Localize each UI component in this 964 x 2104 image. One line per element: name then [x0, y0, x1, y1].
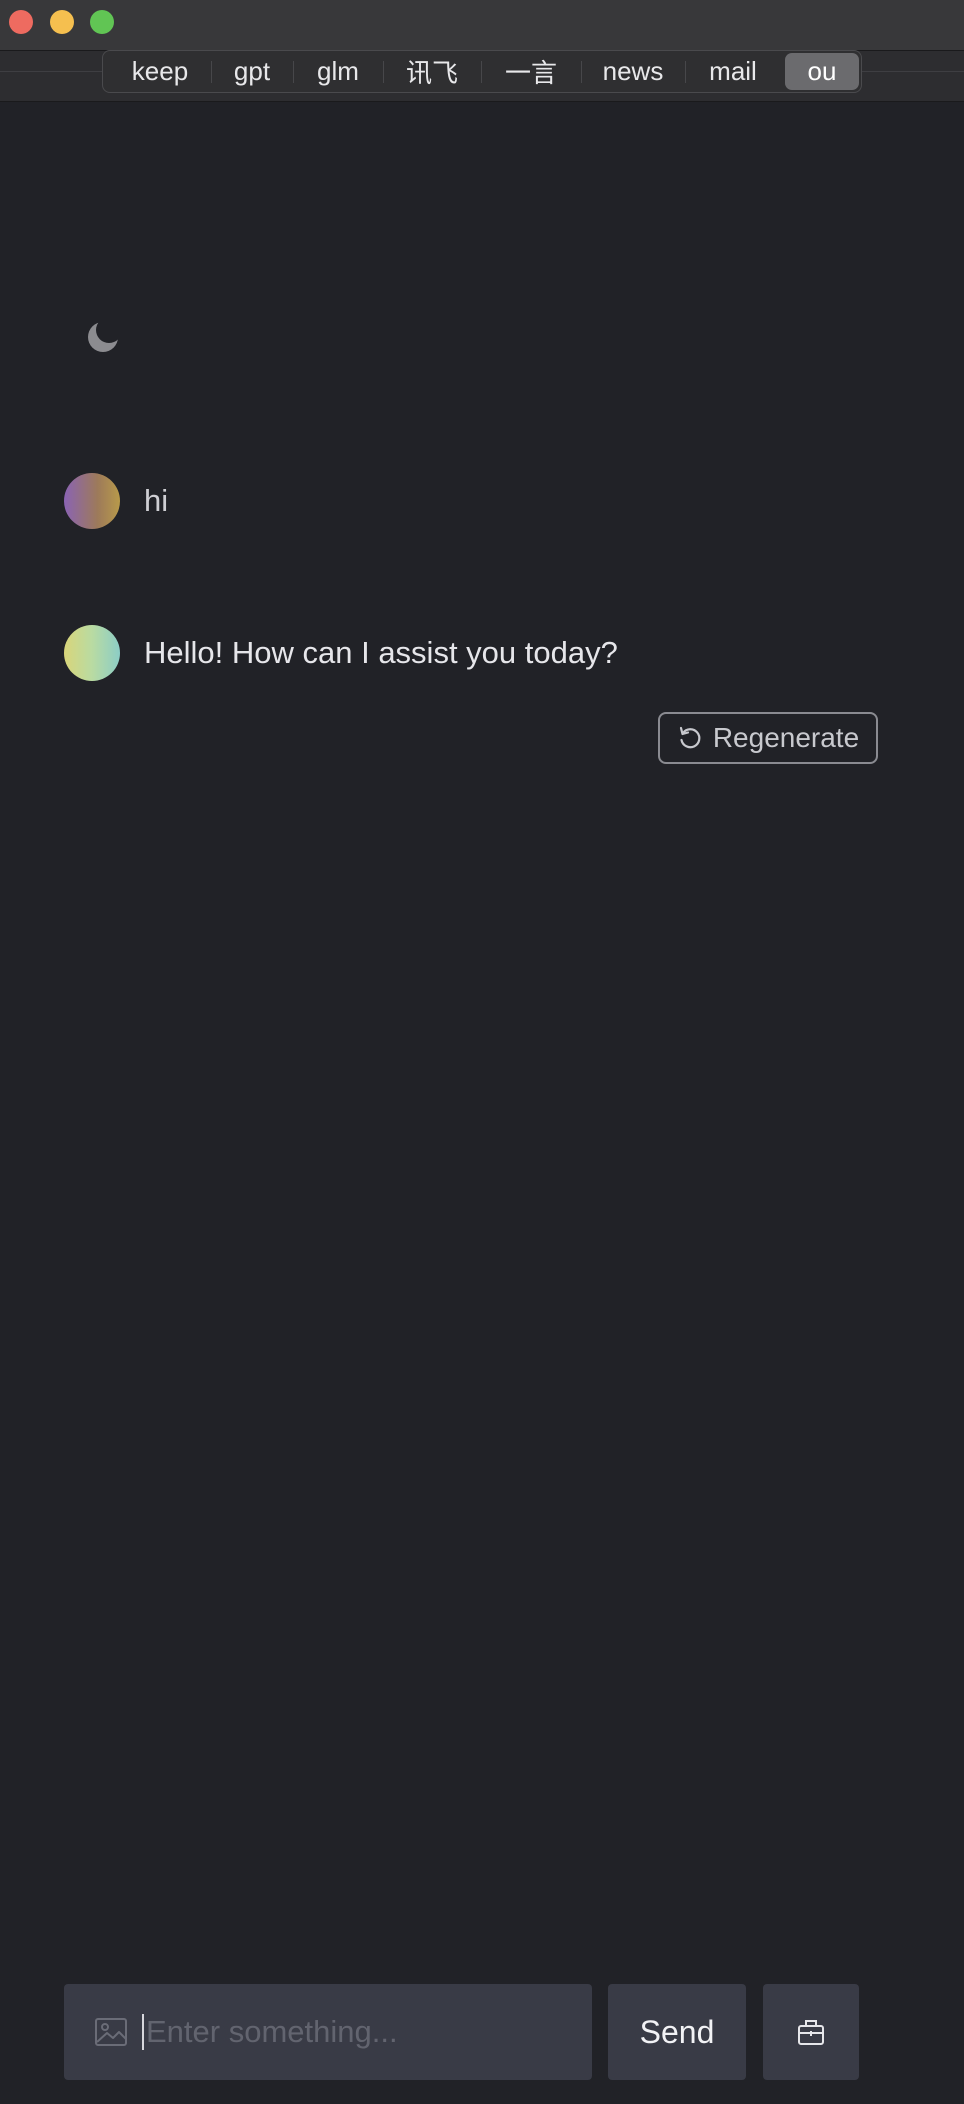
tab-yiyan[interactable]: 一言 [483, 53, 579, 90]
tab-divider [383, 61, 384, 83]
tab-divider [293, 61, 294, 83]
regenerate-label: Regenerate [712, 722, 860, 753]
tab-ou[interactable]: ou [785, 53, 859, 90]
tab-divider [481, 61, 482, 83]
toolbox-icon [798, 2020, 824, 2045]
message-text: Hello! How can I assist you today? [144, 635, 618, 670]
tab-divider [685, 61, 686, 83]
tab-glm[interactable]: glm [295, 53, 381, 90]
message-text: hi [144, 483, 169, 518]
assistant-message: Hello! How can I assist you today? [64, 625, 618, 681]
close-window-button[interactable] [9, 10, 33, 34]
tab-divider [211, 61, 212, 83]
user-message: hi [64, 473, 168, 529]
send-label: Send [639, 2013, 715, 2050]
zoom-window-button[interactable] [90, 10, 114, 34]
message-input[interactable] [144, 2013, 568, 2051]
tab-xunfei[interactable]: 讯飞 [385, 53, 479, 90]
send-button[interactable]: Send [608, 1984, 746, 2080]
message-input-box[interactable] [64, 1984, 592, 2080]
tab-gpt[interactable]: gpt [213, 53, 291, 90]
minimize-window-button[interactable] [50, 10, 74, 34]
image-icon[interactable] [94, 2017, 128, 2047]
tab-segmented-control: keep gpt glm 讯飞 一言 news mail ou [102, 50, 862, 93]
window-titlebar [0, 0, 964, 50]
assistant-avatar [64, 625, 120, 681]
refresh-icon [679, 726, 701, 749]
toolbox-button[interactable] [763, 1984, 859, 2080]
tab-divider [581, 61, 582, 83]
moon-icon[interactable] [86, 320, 120, 354]
tab-mail[interactable]: mail [687, 53, 779, 90]
user-avatar [64, 473, 120, 529]
tab-keep[interactable]: keep [111, 53, 209, 90]
tab-news[interactable]: news [583, 53, 683, 90]
regenerate-button[interactable]: Regenerate [658, 712, 878, 764]
